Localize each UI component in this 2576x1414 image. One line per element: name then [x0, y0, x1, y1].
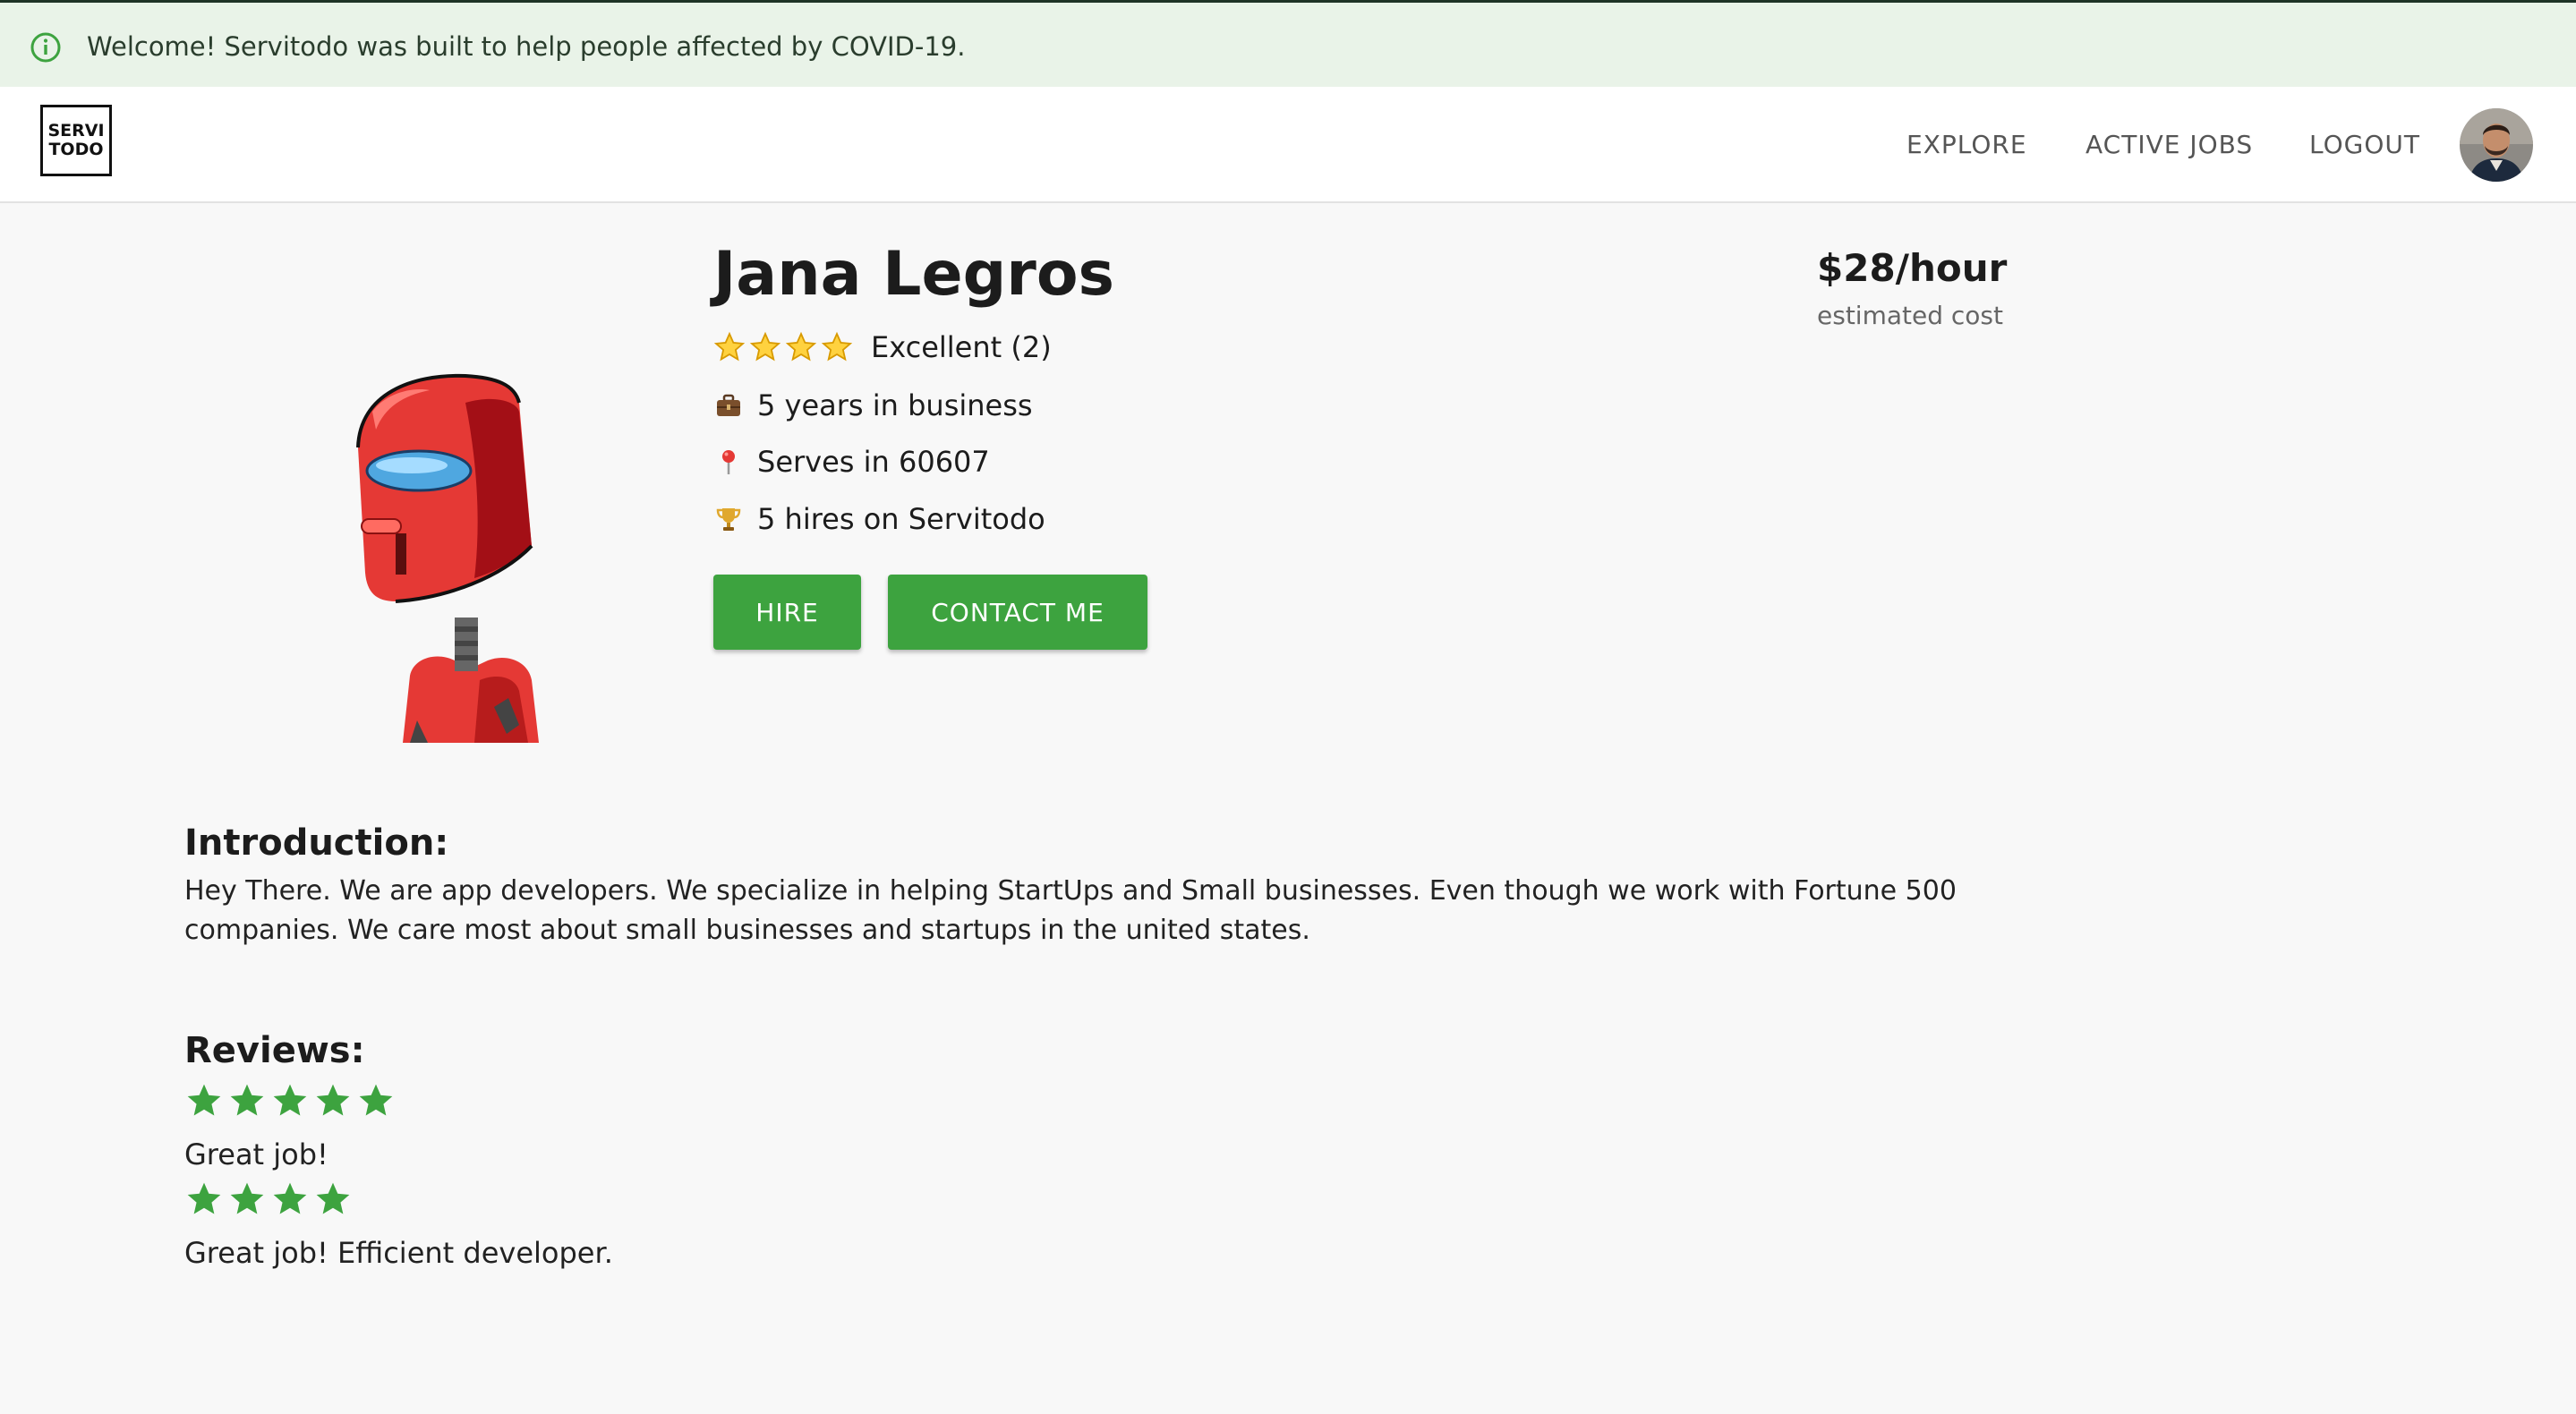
hourly-rate-caption: estimated cost	[1817, 301, 2003, 330]
service-area-row: Serves in 60607	[713, 444, 990, 480]
profile-name: Jana Legros	[713, 239, 1115, 310]
logo-line-2: TODO	[48, 140, 104, 159]
years-in-business-text: 5 years in business	[757, 388, 1033, 422]
logo-line-1: SERVI	[47, 121, 105, 141]
contact-me-button[interactable]: CONTACT ME	[888, 575, 1147, 650]
star-icon	[187, 1084, 221, 1116]
servitodo-logo[interactable]: SERVI TODO	[40, 105, 112, 176]
service-area-text: Serves in 60607	[757, 445, 990, 479]
star-icon	[187, 1182, 221, 1214]
star-icon	[359, 1084, 393, 1116]
top-navbar: SERVI TODO EXPLORE ACTIVE JOBS LOGOUT	[0, 87, 2576, 203]
nav-logout-link[interactable]: LOGOUT	[2309, 129, 2420, 161]
star-icon	[230, 1084, 264, 1116]
hires-text: 5 hires on Servitodo	[757, 502, 1045, 536]
review-1-text: Great job!	[184, 1137, 328, 1171]
introduction-heading: Introduction:	[184, 822, 449, 864]
star-icon	[821, 331, 853, 362]
star-icon	[316, 1182, 350, 1214]
briefcase-icon	[713, 390, 744, 421]
star-icon	[713, 331, 746, 362]
user-avatar[interactable]	[2460, 108, 2533, 182]
years-in-business-row: 5 years in business	[713, 388, 1033, 423]
welcome-banner: Welcome! Servitodo was built to help peo…	[0, 0, 2576, 87]
reviews-heading: Reviews:	[184, 1030, 365, 1071]
review-2-text: Great job! Efficient developer.	[184, 1236, 613, 1270]
star-icon	[316, 1084, 350, 1116]
nav-explore-link[interactable]: EXPLORE	[1906, 129, 2027, 161]
star-icon	[785, 331, 817, 362]
review-2-stars	[184, 1180, 353, 1219]
review-1-stars	[184, 1081, 396, 1120]
star-icon	[273, 1182, 307, 1214]
nav-active-jobs-link[interactable]: ACTIVE JOBS	[2086, 129, 2253, 161]
info-icon	[30, 32, 61, 63]
profile-robot-image	[356, 373, 539, 743]
rating-row: Excellent (2)	[713, 329, 1052, 365]
map-pin-icon	[713, 447, 744, 477]
hire-button[interactable]: HIRE	[713, 575, 861, 650]
rating-label: Excellent (2)	[871, 330, 1052, 364]
hourly-rate: $28/hour	[1817, 246, 2008, 290]
avatar-image	[2460, 108, 2533, 182]
star-icon	[230, 1182, 264, 1214]
hires-row: 5 hires on Servitodo	[713, 501, 1045, 537]
star-icon	[273, 1084, 307, 1116]
star-icon	[749, 331, 781, 362]
rating-stars	[713, 331, 853, 363]
introduction-text: Hey There. We are app developers. We spe…	[184, 875, 1957, 946]
banner-text: Welcome! Servitodo was built to help peo…	[87, 31, 966, 62]
trophy-icon	[713, 504, 744, 534]
